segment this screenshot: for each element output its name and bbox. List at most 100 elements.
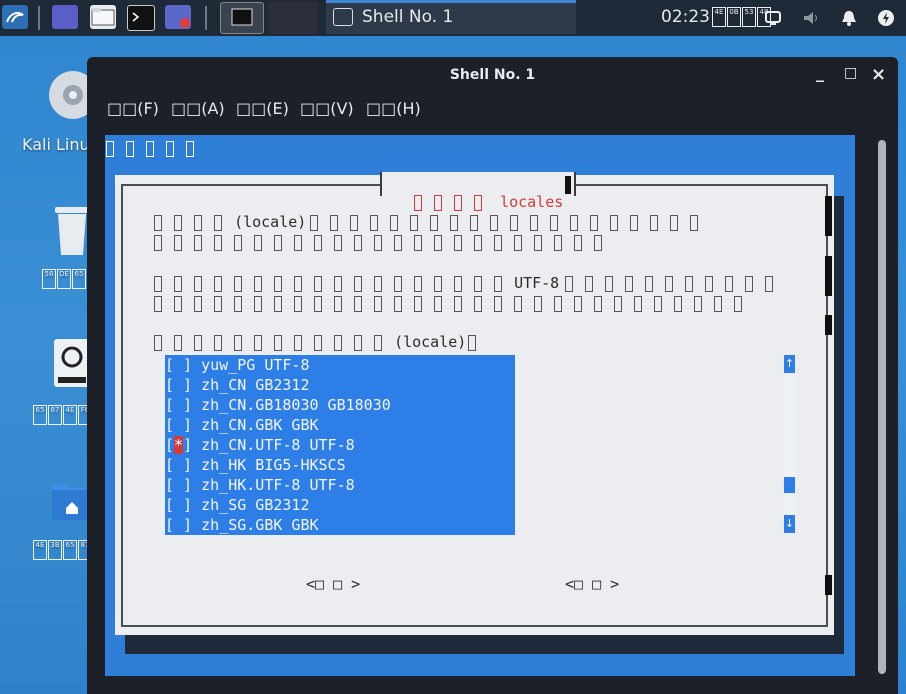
title-cursor xyxy=(565,176,571,194)
glyph-box xyxy=(314,334,323,351)
scroll-thumb[interactable] xyxy=(784,477,795,493)
glyph-box xyxy=(334,295,343,312)
menu-file[interactable]: □□(F) xyxy=(107,99,159,118)
menu-help[interactable]: □□(H) xyxy=(366,99,421,118)
locale-item-selected[interactable]: [*] zh_CN.UTF-8 UTF-8 xyxy=(165,435,515,455)
locale-item[interactable]: [ ] zh_HK.UTF-8 UTF-8 xyxy=(165,475,515,495)
checkbox[interactable]: [ ] xyxy=(165,456,192,474)
checkbox[interactable]: [ ] xyxy=(165,376,192,394)
glyph-box xyxy=(654,295,663,312)
locale-item[interactable]: [ ] zh_SG.GBK GBK xyxy=(165,515,515,535)
clock[interactable]: 02:23 xyxy=(661,7,710,27)
glyph-box: 4E xyxy=(712,6,726,27)
taskbar-separator xyxy=(205,6,207,30)
kali-menu-icon[interactable] xyxy=(2,5,28,29)
locale-item[interactable]: [ ] zh_CN GB2312 xyxy=(165,375,515,395)
display-icon[interactable] xyxy=(764,9,782,27)
glyph-box xyxy=(574,234,583,251)
checkbox[interactable]: [ ] xyxy=(165,416,192,434)
scroll-up-arrow-icon[interactable]: ↑ xyxy=(784,355,795,373)
glyph-box xyxy=(334,234,343,251)
glyph-box xyxy=(514,295,523,312)
list-scrollbar[interactable]: ↑ ↓ xyxy=(784,355,795,535)
glyph-box xyxy=(474,295,483,312)
glyph-box xyxy=(454,295,463,312)
ok-button[interactable]: <□ □ > xyxy=(306,575,360,593)
active-task-indicator xyxy=(326,0,576,3)
glyph-box xyxy=(514,234,523,251)
locale-item[interactable]: [ ] yuw_PG UTF-8 xyxy=(165,355,515,375)
glyph-box: 65 xyxy=(72,268,86,289)
glyph-box xyxy=(294,234,303,251)
glyph-box xyxy=(454,234,463,251)
glyph-box: DE xyxy=(57,268,71,289)
glyph-box: 4E xyxy=(33,539,47,560)
locale-label: zh_CN.GB18030 GB18030 xyxy=(201,396,391,414)
file-system-desktop-icon[interactable] xyxy=(52,337,92,393)
trash-icon xyxy=(55,207,89,255)
minimize-button[interactable]: _ xyxy=(816,63,824,82)
volume-muted-icon[interactable] xyxy=(802,9,820,27)
glyph-box xyxy=(174,295,183,312)
menu-edit[interactable]: □□(E) xyxy=(236,99,289,118)
checkbox[interactable]: [ ] xyxy=(165,356,192,374)
file-manager-icon[interactable] xyxy=(90,5,116,29)
glyph-box: 65 xyxy=(63,539,77,560)
checkbox[interactable]: [ ] xyxy=(165,476,192,494)
cancel-button[interactable]: <□ □ > xyxy=(565,575,619,593)
glyph-box xyxy=(354,295,363,312)
locale-label: zh_CN.UTF-8 UTF-8 xyxy=(201,436,355,454)
glyph-box xyxy=(674,295,683,312)
glyph-box xyxy=(154,234,163,251)
workspace-2[interactable] xyxy=(268,2,318,34)
glyph-box xyxy=(186,140,194,157)
notifications-bell-icon[interactable] xyxy=(840,9,858,27)
glyph-box xyxy=(194,295,203,312)
glyph-box xyxy=(126,140,134,157)
glyph-box xyxy=(274,334,283,351)
checkbox[interactable]: [ ] xyxy=(165,516,192,534)
scroll-down-arrow-icon[interactable]: ↓ xyxy=(784,515,795,533)
glyph-box xyxy=(670,214,679,231)
locale-item[interactable]: [ ] zh_CN.GB18030 GB18030 xyxy=(165,395,515,415)
checkbox-checked[interactable]: [*] xyxy=(165,436,192,454)
screen-recorder-icon[interactable] xyxy=(165,5,191,29)
glyph-box xyxy=(630,214,639,231)
power-icon[interactable] xyxy=(877,9,895,27)
menu-view[interactable]: □□(V) xyxy=(300,99,354,118)
window-scrollbar[interactable] xyxy=(878,140,886,674)
glyph-box xyxy=(254,234,263,251)
close-button[interactable]: × xyxy=(871,64,886,85)
glyph-box xyxy=(414,234,423,251)
workspace-1-terminal-icon[interactable] xyxy=(220,2,264,34)
glyph-box xyxy=(394,295,403,312)
locale-label: zh_HK.UTF-8 UTF-8 xyxy=(201,476,355,494)
taskbar: Shell No. 1 02:23 4E 0B 53 48 xyxy=(0,0,906,36)
checkbox[interactable]: [ ] xyxy=(165,396,192,414)
glyph-box xyxy=(194,334,203,351)
maximize-button[interactable]: □ xyxy=(844,65,857,81)
locale-label: zh_SG GB2312 xyxy=(201,496,310,514)
terminal-header-text xyxy=(106,138,206,157)
glyph-box xyxy=(594,234,603,251)
locale-item[interactable]: [ ] zh_CN.GBK GBK xyxy=(165,415,515,435)
clock-date: 4E 0B 53 48 xyxy=(712,6,772,27)
locale-label: zh_SG.GBK GBK xyxy=(201,516,319,534)
locale-list[interactable]: [ ] yuw_PG UTF-8 [ ] zh_CN GB2312 [ ] zh… xyxy=(165,355,515,535)
menu-actions[interactable]: □□(A) xyxy=(171,99,225,118)
glyph-box xyxy=(650,214,659,231)
locale-item[interactable]: [ ] zh_HK BIG5-HKSCS xyxy=(165,455,515,475)
drive-icon xyxy=(54,339,90,387)
terminal-launcher-icon[interactable] xyxy=(127,5,155,31)
trash-desktop-icon[interactable] xyxy=(52,203,92,261)
workspace-icon[interactable] xyxy=(52,5,78,29)
locale-item[interactable]: [ ] zh_SG GB2312 xyxy=(165,495,515,515)
glyph-box: 56 xyxy=(42,268,56,289)
glyph-box xyxy=(474,234,483,251)
description-paragraph-3: (locale) xyxy=(136,315,488,351)
checkbox[interactable]: [ ] xyxy=(165,496,192,514)
locale-label: zh_CN.GBK GBK xyxy=(201,416,319,434)
glyph-box xyxy=(765,275,774,292)
glyph-box xyxy=(154,295,163,312)
glyph-box xyxy=(294,334,303,351)
